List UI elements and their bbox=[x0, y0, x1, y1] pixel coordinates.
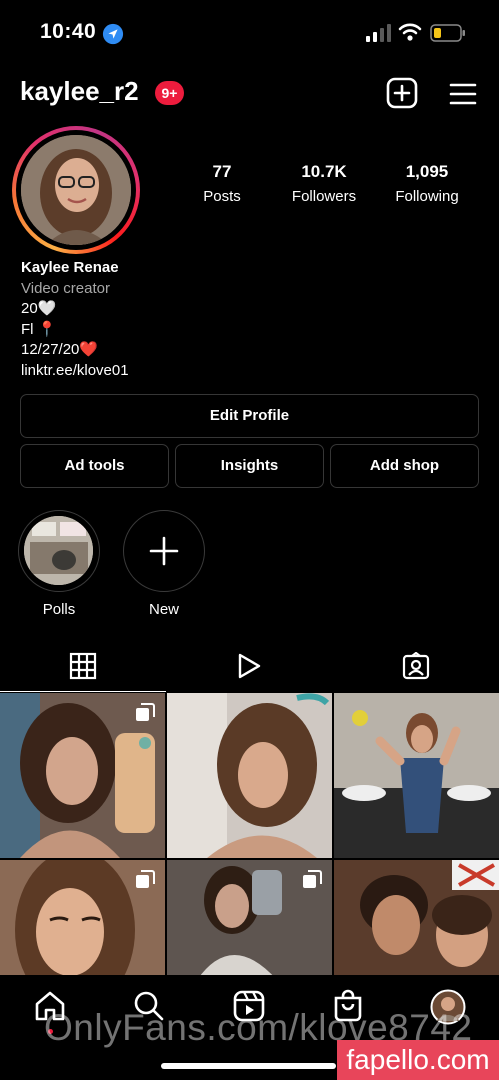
following-stat[interactable]: 1,095 Following bbox=[377, 162, 477, 205]
profile-stats: 77 Posts 10.7K Followers 1,095 Following bbox=[180, 162, 490, 212]
insights-button[interactable]: Insights bbox=[175, 444, 324, 488]
bio-line: 12/27/20❤️ bbox=[21, 341, 99, 358]
battery-icon bbox=[430, 24, 465, 42]
highlight-label: New bbox=[148, 601, 179, 618]
posts-stat[interactable]: 77 Posts bbox=[172, 162, 272, 205]
highlight-label: Polls bbox=[42, 601, 76, 618]
post-thumbnail[interactable] bbox=[334, 693, 499, 858]
tab-posts-grid[interactable] bbox=[0, 640, 166, 692]
new-highlight-circle bbox=[123, 510, 205, 592]
bio-line: 20🤍 bbox=[21, 300, 57, 317]
profile-tabs bbox=[0, 640, 499, 692]
posts-label: Posts bbox=[203, 188, 241, 205]
username-title[interactable]: kaylee_r2 bbox=[20, 76, 139, 107]
followers-stat[interactable]: 10.7K Followers bbox=[274, 162, 374, 205]
followers-count: 10.7K bbox=[301, 162, 347, 181]
status-time: 10:40 bbox=[40, 20, 97, 43]
highlight-thumbnail bbox=[24, 516, 93, 585]
profile-header: kaylee_r2 9+ bbox=[0, 72, 499, 116]
post-thumbnail[interactable] bbox=[0, 693, 165, 858]
posts-grid bbox=[0, 693, 499, 1010]
followers-label: Followers bbox=[291, 188, 357, 205]
multiple-photos-icon bbox=[136, 703, 155, 721]
location-arrow-icon bbox=[102, 23, 124, 45]
plus-icon bbox=[149, 536, 179, 566]
bio-line: Fl 📍 bbox=[21, 320, 57, 338]
highlight-new[interactable]: New bbox=[123, 510, 205, 618]
profile-bio: Kaylee Renae Video creator 20🤍 Fl 📍 12/2… bbox=[21, 258, 481, 381]
home-indicator-bar bbox=[161, 1063, 336, 1069]
wifi-icon bbox=[398, 23, 422, 41]
active-tab-indicator bbox=[0, 690, 166, 692]
tab-tagged[interactable] bbox=[333, 640, 499, 692]
notification-badge[interactable]: 9+ bbox=[155, 81, 184, 105]
tagged-icon bbox=[402, 652, 430, 680]
profile-avatar-story-ring[interactable] bbox=[12, 126, 140, 254]
menu-icon[interactable] bbox=[448, 79, 478, 109]
status-bar: 10:40 bbox=[0, 0, 499, 64]
multiple-photos-icon bbox=[303, 870, 322, 888]
posts-count: 77 bbox=[212, 162, 232, 181]
post-thumbnail[interactable] bbox=[167, 693, 332, 858]
reels-icon bbox=[238, 653, 261, 679]
site-badge: fapello.com bbox=[337, 1040, 499, 1080]
cellular-signal-icon bbox=[366, 24, 391, 42]
grid-icon bbox=[69, 652, 97, 680]
profile-avatar bbox=[21, 135, 131, 245]
highlight-cover bbox=[18, 510, 100, 592]
bio-link[interactable]: linktr.ee/klove01 bbox=[21, 361, 481, 382]
edit-profile-button[interactable]: Edit Profile bbox=[20, 394, 479, 438]
profile-category: Video creator bbox=[21, 279, 110, 297]
create-post-button[interactable] bbox=[386, 77, 418, 109]
multiple-photos-icon bbox=[136, 870, 155, 888]
add-shop-button[interactable]: Add shop bbox=[330, 444, 479, 488]
highlight-polls[interactable]: Polls bbox=[18, 510, 100, 618]
following-label: Following bbox=[395, 188, 459, 205]
tab-reels[interactable] bbox=[166, 640, 332, 692]
following-count: 1,095 bbox=[405, 162, 449, 181]
display-name: Kaylee Renae bbox=[21, 259, 119, 276]
ad-tools-button[interactable]: Ad tools bbox=[20, 444, 169, 488]
